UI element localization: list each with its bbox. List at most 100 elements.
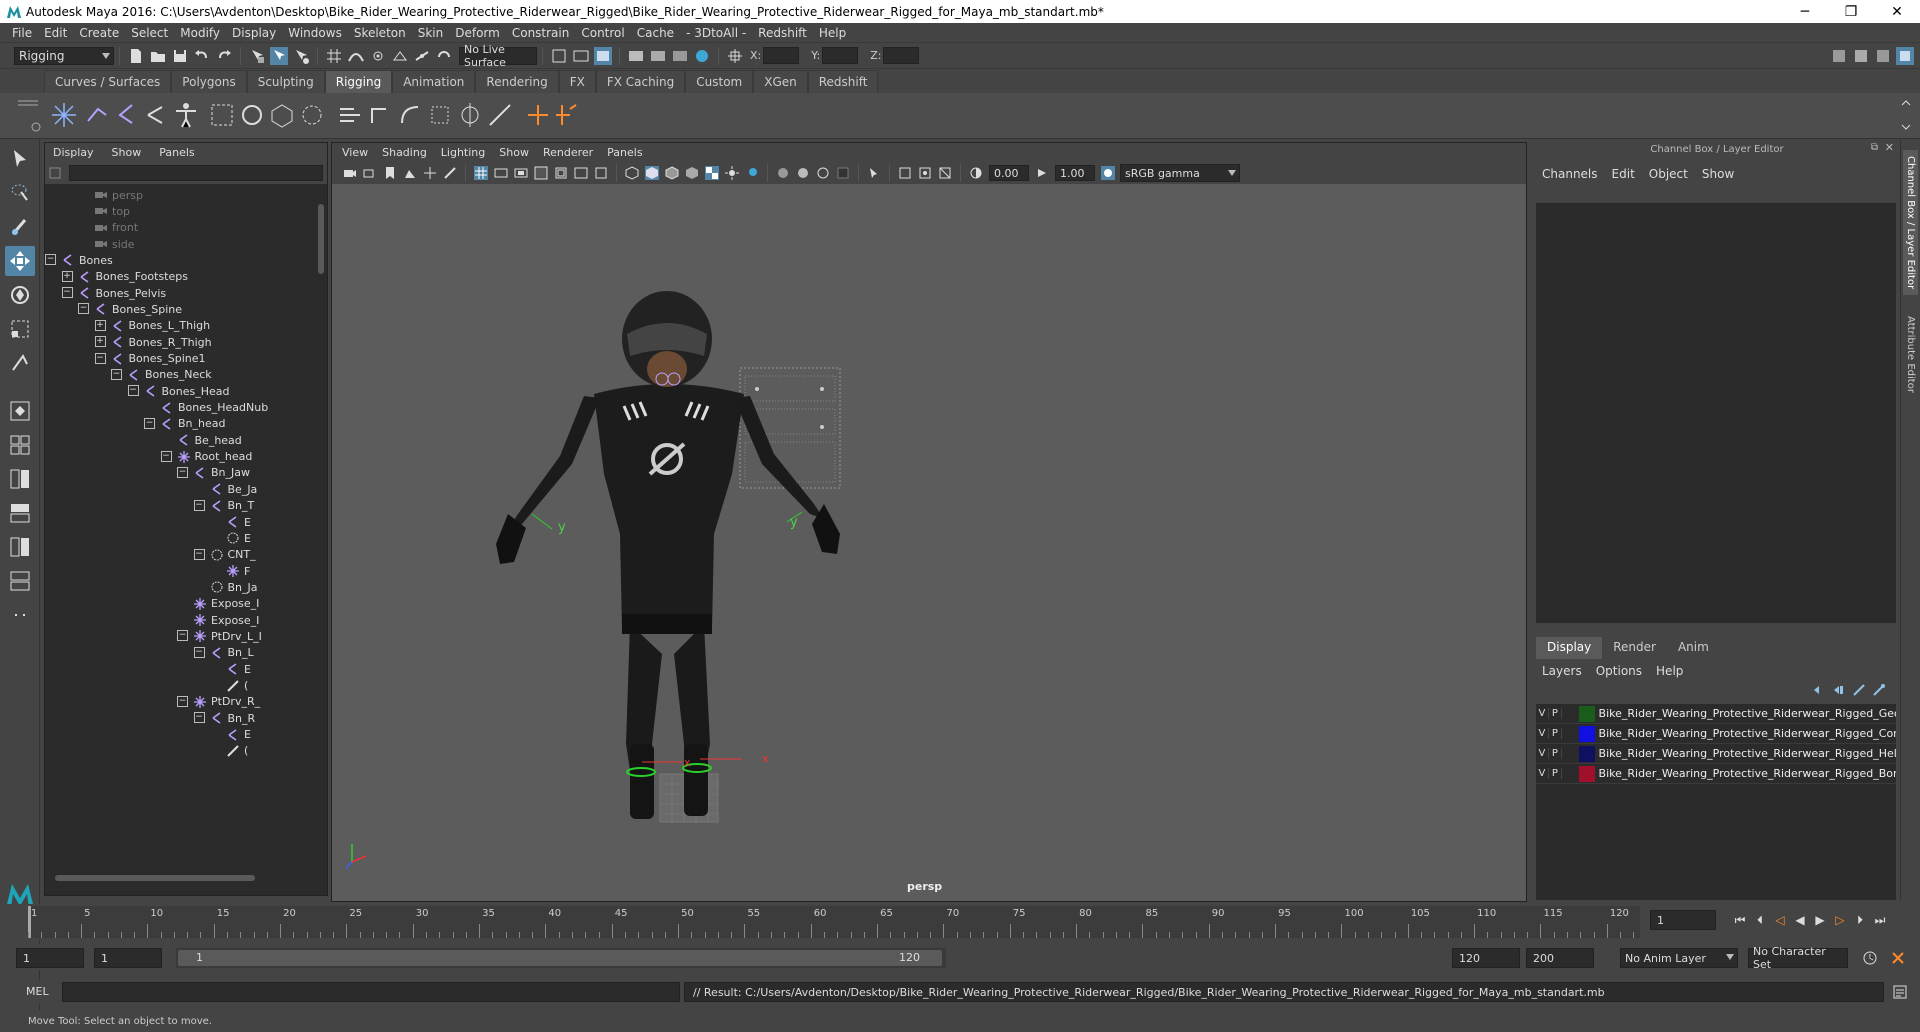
expand-icon[interactable]: + [94, 336, 106, 348]
viewport-menu-shading[interactable]: Shading [382, 146, 441, 159]
image-plane-icon[interactable] [403, 166, 417, 180]
scale-constraint-icon[interactable] [426, 101, 454, 129]
viewport-menu-renderer[interactable]: Renderer [543, 146, 607, 159]
collapse-icon[interactable]: − [177, 695, 188, 707]
menu-constrain[interactable]: Constrain [506, 26, 576, 40]
cb-menu-edit[interactable]: Edit [1612, 167, 1649, 181]
2d-pan-icon[interactable] [423, 166, 437, 180]
perspective-viewport[interactable]: y y x x persp [332, 184, 1526, 901]
wireframe-icon[interactable] [625, 166, 639, 180]
tool-settings-toggle-icon[interactable] [1874, 47, 1892, 65]
layout-single-icon[interactable] [5, 396, 35, 426]
viewport-menu-lighting[interactable]: Lighting [441, 146, 499, 159]
snap-view-plane-icon[interactable] [391, 47, 409, 65]
layer-row[interactable]: V P Bike_Rider_Wearing_Protective_Riderwea… [1536, 764, 1896, 784]
tab-anim[interactable]: Anim [1666, 637, 1720, 659]
layer-playback-toggle[interactable]: P [1549, 728, 1562, 739]
layer-visibility-toggle[interactable]: V [1536, 768, 1549, 779]
menu-deform[interactable]: Deform [449, 26, 506, 40]
cb-menu-show[interactable]: Show [1702, 167, 1748, 181]
tab-display[interactable]: Display [1536, 637, 1603, 659]
render-current-icon[interactable] [594, 46, 612, 65]
save-scene-icon[interactable] [171, 47, 189, 65]
paint-select-icon[interactable] [5, 212, 35, 242]
move-layer-down-icon[interactable] [1832, 683, 1846, 697]
shelf-tab-animation[interactable]: Animation [392, 70, 476, 93]
current-frame-field[interactable]: 1 [1650, 910, 1716, 930]
outliner-horizontal-scrollbar[interactable] [45, 872, 317, 884]
collapse-icon[interactable]: − [78, 303, 89, 315]
channel-box-body[interactable] [1536, 203, 1896, 623]
orient-constraint-icon[interactable] [396, 101, 424, 129]
transform-constraint-icon[interactable] [726, 47, 744, 65]
collapse-icon[interactable]: − [177, 630, 188, 642]
select-tool-icon[interactable] [5, 144, 35, 174]
menu-cache[interactable]: Cache [631, 26, 680, 40]
le-menu-options[interactable]: Options [1596, 664, 1656, 678]
resolution-gate-icon[interactable] [514, 166, 528, 180]
collapse-icon[interactable]: − [144, 417, 155, 429]
le-menu-help[interactable]: Help [1656, 664, 1697, 678]
shelf-tab-curves-surfaces[interactable]: Curves / Surfaces [44, 70, 172, 93]
last-tool-icon[interactable] [5, 348, 35, 378]
shaded-wireframe-icon[interactable] [665, 166, 679, 180]
humanik-icon[interactable] [172, 101, 200, 129]
z-field[interactable] [883, 47, 920, 64]
depth-of-field-icon[interactable] [836, 166, 850, 180]
collapse-icon[interactable]: − [127, 385, 139, 397]
menu-3dtoall[interactable]: - 3DtoAll - [680, 26, 752, 40]
bookmark-icon[interactable] [383, 166, 397, 180]
layout-four-icon[interactable] [5, 430, 35, 460]
cb-menu-channels[interactable]: Channels [1542, 167, 1612, 181]
render-settings-icon[interactable] [627, 47, 645, 65]
float-panel-icon[interactable]: ⧉ [1871, 142, 1878, 153]
command-input[interactable] [62, 982, 680, 1002]
xray-components-icon[interactable] [938, 166, 952, 180]
layout-two-icon[interactable] [5, 464, 35, 494]
collapse-icon[interactable]: − [193, 712, 205, 724]
tab-render[interactable]: Render [1602, 637, 1667, 659]
layer-color-swatch[interactable] [1578, 765, 1595, 782]
shelf-tab-redshift[interactable]: Redshift [807, 70, 879, 93]
menu-windows[interactable]: Windows [282, 26, 348, 40]
gate-mask-icon[interactable] [534, 166, 548, 180]
layer-row[interactable]: V P Bike_Rider_Wearing_Protective_Riderwea… [1536, 724, 1896, 744]
range-handle[interactable]: 1 120 [178, 950, 942, 966]
parent-constraint-icon[interactable] [336, 101, 364, 129]
y-field[interactable] [822, 47, 859, 64]
snap-point-icon[interactable] [369, 47, 387, 65]
le-menu-layers[interactable]: Layers [1542, 664, 1596, 678]
play-backwards-button[interactable]: ◀ [1790, 910, 1810, 930]
side-tab-attribute-editor[interactable]: Attribute Editor [1903, 310, 1918, 399]
expand-icon[interactable]: + [94, 319, 106, 331]
collapse-icon[interactable]: − [160, 450, 172, 462]
collapse-icon[interactable]: − [193, 548, 205, 560]
shelf-tab-custom[interactable]: Custom [685, 70, 754, 93]
exposure-icon[interactable] [969, 166, 983, 180]
bind-skin-icon[interactable] [142, 101, 170, 129]
character-set-dropdown[interactable]: No Character Set [1748, 945, 1848, 971]
textured-icon[interactable] [685, 166, 699, 180]
color-management-icon[interactable] [1101, 166, 1115, 180]
layer-visibility-toggle[interactable]: V [1536, 728, 1549, 739]
filter-icon[interactable] [49, 167, 61, 179]
film-gate-icon[interactable] [494, 166, 508, 180]
xray-icon[interactable] [898, 166, 912, 180]
redo-icon[interactable] [215, 47, 233, 65]
snap-curve-icon[interactable] [347, 47, 365, 65]
menu-display[interactable]: Display [226, 26, 282, 40]
viewport-menu-view[interactable]: View [342, 146, 382, 159]
construction-history-icon[interactable] [550, 47, 568, 65]
menu-skin[interactable]: Skin [412, 26, 450, 40]
outliner-vertical-scrollbar[interactable] [315, 184, 327, 884]
smooth-shade-icon[interactable] [645, 166, 659, 180]
snap-surface-icon[interactable] [413, 47, 431, 65]
menu-redshift[interactable]: Redshift [752, 26, 813, 40]
sculpt-deformer-icon[interactable] [298, 101, 326, 129]
layer-color-swatch[interactable] [1578, 725, 1595, 742]
motion-blur-icon[interactable] [796, 166, 810, 180]
collapse-icon[interactable]: − [193, 499, 205, 511]
layout-extra-icon[interactable] [5, 600, 35, 630]
shelf-scroll-icon[interactable] [1898, 97, 1914, 133]
move-tool-icon[interactable] [5, 246, 35, 276]
